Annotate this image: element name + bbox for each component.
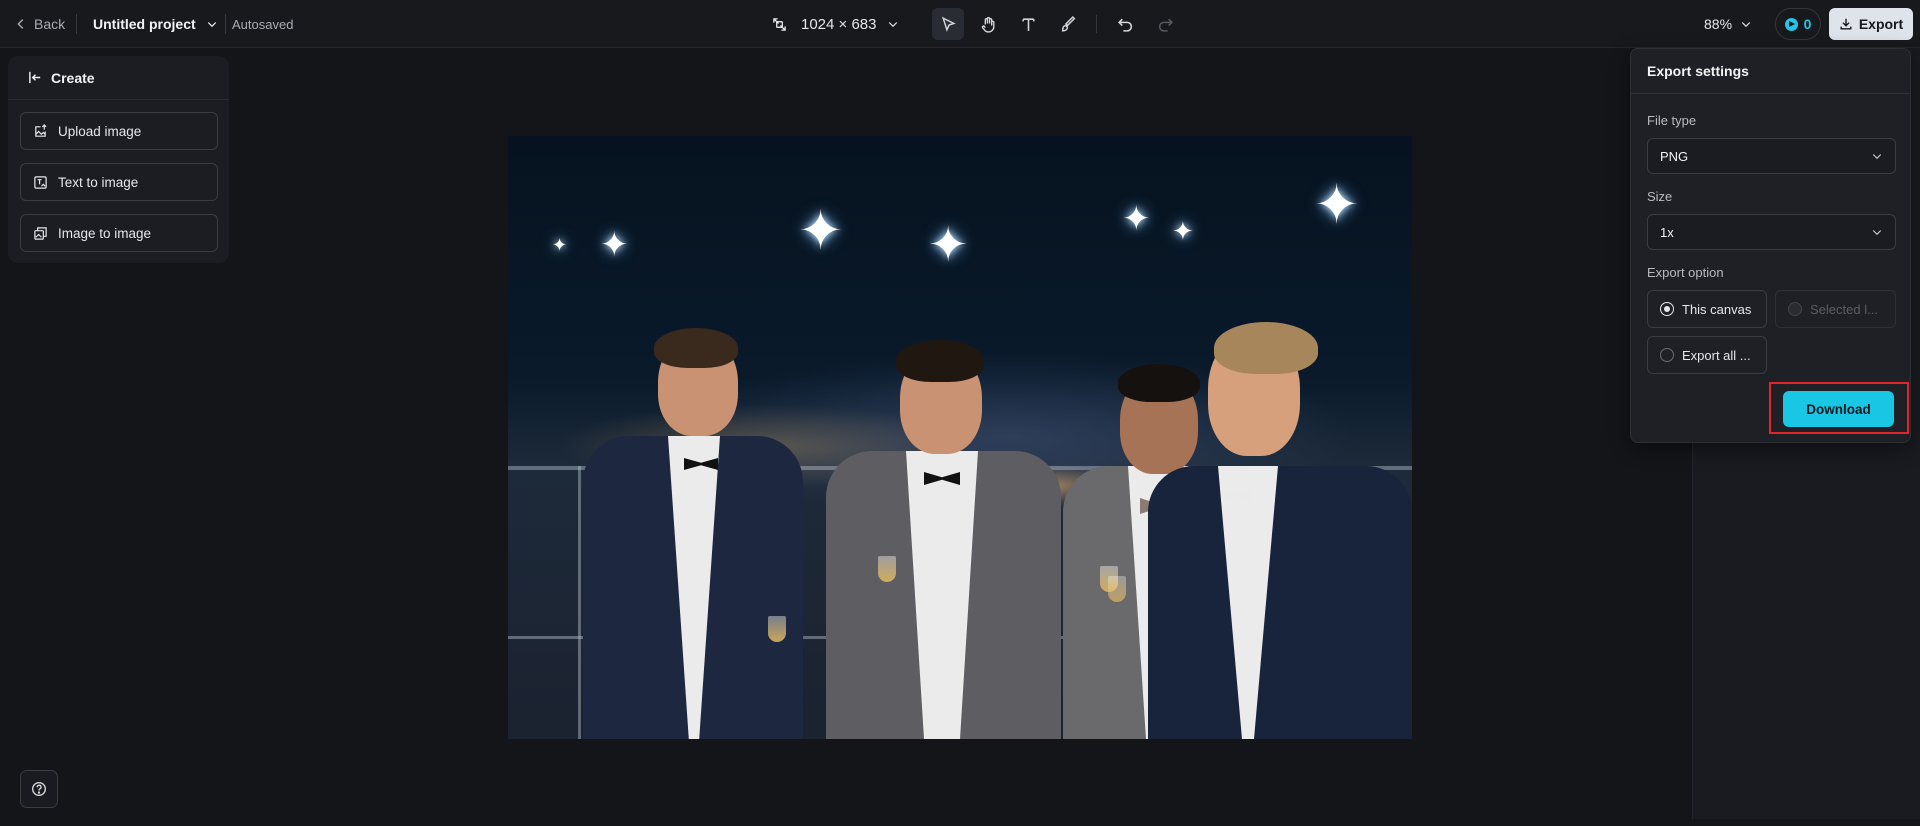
chevron-down-icon — [1872, 154, 1882, 160]
hand-tool[interactable] — [972, 8, 1004, 40]
chevron-down-icon — [888, 22, 897, 28]
export-option-label: Export option — [1647, 265, 1724, 280]
text-to-image-button[interactable]: Text to image — [20, 163, 218, 201]
help-icon — [31, 781, 47, 797]
image-to-image-icon — [34, 226, 47, 240]
brush-tool[interactable] — [1052, 8, 1084, 40]
select-tool[interactable] — [932, 8, 964, 40]
zoom-value: 88% — [1704, 16, 1733, 32]
upload-image-button[interactable]: Upload image — [20, 112, 218, 150]
credits-count: 0 — [1803, 16, 1812, 32]
project-name-dropdown[interactable]: Untitled project — [93, 0, 218, 48]
text-to-image-icon — [34, 175, 47, 189]
upload-image-label: Upload image — [58, 123, 142, 139]
hand-icon — [981, 16, 995, 33]
zoom-dropdown[interactable]: 88% — [1704, 0, 1752, 48]
image-to-image-label: Image to image — [58, 225, 152, 241]
create-panel: Create Upload image Text to image Image … — [8, 56, 229, 263]
canvas-size-control[interactable]: 1024 × 683 — [772, 0, 899, 48]
railing — [578, 466, 581, 739]
export-label: Export — [1858, 16, 1904, 32]
back-label: Back — [34, 16, 66, 32]
download-icon — [1840, 18, 1852, 30]
divider — [1096, 15, 1097, 33]
brush-icon — [1061, 15, 1075, 32]
radio-checked-icon — [1660, 302, 1674, 316]
file-type-label: File type — [1647, 113, 1697, 128]
help-button[interactable] — [20, 770, 58, 808]
undo-button[interactable] — [1109, 8, 1141, 40]
option-label: Export all ... — [1682, 347, 1751, 363]
file-type-value: PNG — [1660, 148, 1689, 164]
credits-badge[interactable]: 0 — [1775, 8, 1821, 40]
text-tool[interactable] — [1012, 8, 1044, 40]
image-to-image-button[interactable]: Image to image — [20, 214, 218, 252]
text-icon — [1021, 17, 1035, 31]
size-select[interactable]: 1x — [1647, 214, 1896, 250]
file-type-select[interactable]: PNG — [1647, 138, 1896, 174]
resize-icon — [773, 17, 786, 31]
sparkle-decoration: ✦ — [1172, 216, 1194, 246]
radio-unchecked-icon — [1660, 348, 1674, 362]
option-selected-layers[interactable]: Selected l... — [1775, 290, 1896, 328]
option-label: This canvas — [1682, 301, 1752, 317]
sparkle-decoration: ✦ — [1314, 175, 1360, 235]
sparkle-decoration: ✦ — [928, 219, 969, 272]
divider — [225, 14, 226, 34]
undo-icon — [1117, 18, 1132, 32]
upload-image-icon — [35, 123, 47, 137]
top-toolbar: Back Untitled project Autosaved 1024 × 6… — [0, 0, 1920, 48]
sparkle-decoration: ✦ — [600, 226, 629, 264]
canvas-size-value: 1024 × 683 — [801, 15, 877, 33]
tool-group — [932, 0, 1181, 48]
chevron-down-icon — [1741, 22, 1751, 28]
size-value: 1x — [1660, 224, 1674, 240]
sparkle-decoration: ✦ — [552, 235, 568, 255]
text-to-image-label: Text to image — [58, 174, 139, 190]
sparkle-decoration: ✦ — [1122, 200, 1151, 238]
create-panel-header[interactable]: Create — [8, 56, 229, 100]
canvas-image[interactable]: ✦ ✦ ✦ ✦ ✦ ✦ ✦ — [508, 136, 1412, 739]
highlight-box — [1769, 382, 1909, 434]
radio-unchecked-icon — [1788, 302, 1802, 316]
option-export-all[interactable]: Export all ... — [1647, 336, 1767, 374]
option-this-canvas[interactable]: This canvas — [1647, 290, 1767, 328]
project-name: Untitled project — [93, 16, 196, 32]
chevron-down-icon — [1872, 230, 1882, 236]
chevron-down-icon — [207, 22, 216, 28]
chevron-left-icon — [17, 19, 24, 29]
divider — [76, 14, 77, 34]
create-panel-title: Create — [51, 69, 95, 86]
back-button[interactable]: Back — [14, 0, 65, 48]
export-settings-title: Export settings — [1631, 49, 1910, 94]
size-label: Size — [1647, 189, 1673, 204]
option-label: Selected l... — [1810, 301, 1878, 317]
autosave-status: Autosaved — [232, 16, 294, 32]
export-button[interactable]: Export — [1829, 8, 1913, 40]
pointer-icon — [941, 16, 956, 32]
redo-icon — [1158, 18, 1173, 32]
redo-button[interactable] — [1149, 8, 1181, 40]
credit-icon — [1784, 17, 1798, 31]
collapse-left-icon — [29, 71, 41, 84]
sparkle-decoration: ✦ — [798, 201, 844, 261]
